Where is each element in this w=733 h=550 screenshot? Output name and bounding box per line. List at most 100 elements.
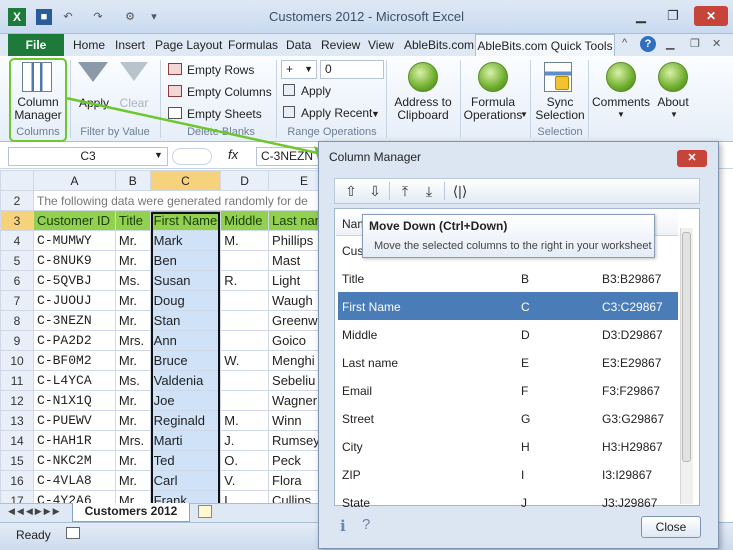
address-to-clipboard-icon[interactable] [408, 62, 438, 92]
row-header[interactable]: 16 [0, 470, 35, 491]
middle-cell[interactable]: M. [220, 230, 270, 251]
name-box[interactable]: C3 [8, 147, 168, 166]
qat-dropdown-icon[interactable]: ▾ [146, 9, 162, 25]
customize-icon[interactable]: ⚙ [122, 9, 138, 25]
minimize-button[interactable]: ▁ [628, 6, 654, 26]
move-down-icon[interactable]: ⇩ [366, 182, 384, 200]
first-name-cell[interactable]: Bruce [149, 350, 222, 371]
title-cell[interactable]: Mr. [114, 450, 151, 471]
worksheet-grid[interactable]: A B C D E 2 The following data were gene… [0, 170, 340, 510]
first-name-cell[interactable]: Ted [149, 450, 222, 471]
first-name-cell[interactable]: Carl [149, 470, 222, 491]
doc-restore-icon[interactable]: ❐ [690, 37, 700, 50]
middle-cell[interactable] [220, 370, 270, 391]
column-list-item[interactable]: Middle D D3:D29867 [338, 320, 678, 348]
row-header[interactable]: 14 [0, 430, 35, 451]
row-header[interactable]: 5 [0, 250, 35, 271]
customer-id-cell[interactable]: C-3NEZN [33, 310, 116, 331]
first-name-cell[interactable]: Marti [149, 430, 222, 451]
tab-view[interactable]: View [368, 38, 394, 52]
middle-cell[interactable]: O. [220, 450, 270, 471]
row-header[interactable]: 11 [0, 370, 35, 391]
comments-icon[interactable] [606, 62, 636, 92]
tab-page-layout[interactable]: Page Layout [155, 38, 222, 52]
middle-cell[interactable] [220, 290, 270, 311]
column-list-item[interactable]: State J J3:J29867 [338, 488, 678, 516]
title-cell[interactable]: Mrs. [114, 430, 151, 451]
middle-cell[interactable] [220, 390, 270, 411]
comments-button[interactable]: Comments [592, 96, 650, 109]
move-up-icon[interactable]: ⇧ [342, 182, 360, 200]
title-cell[interactable]: Mr. [114, 230, 151, 251]
close-button[interactable]: Close [641, 516, 701, 538]
title-cell[interactable]: Mr. [114, 250, 151, 271]
first-name-cell[interactable]: Mark [149, 230, 222, 251]
column-list-item[interactable]: ZIP I I3:I29867 [338, 460, 678, 488]
adjust-width-icon[interactable]: ⟨|⟩ [451, 182, 469, 200]
column-list-item[interactable]: Last name E E3:E29867 [338, 348, 678, 376]
row-header[interactable]: 9 [0, 330, 35, 351]
redo-icon[interactable]: ↷ [90, 9, 106, 25]
title-cell[interactable]: Ms. [114, 270, 151, 291]
row-header[interactable]: 3 [0, 210, 35, 231]
row-header[interactable]: 10 [0, 350, 35, 371]
tab-file[interactable]: File [8, 34, 64, 56]
title-cell[interactable]: Ms. [114, 370, 151, 391]
header-cell[interactable]: Title [114, 210, 151, 231]
tab-data[interactable]: Data [286, 38, 311, 52]
customer-id-cell[interactable]: C-4VLA8 [33, 470, 116, 491]
tab-ablebits-quick-tools[interactable]: AbleBits.com Quick Tools [475, 34, 615, 57]
macro-record-icon[interactable] [66, 527, 80, 539]
help-icon[interactable]: ? [640, 36, 656, 52]
customer-id-cell[interactable]: C-HAH1R [33, 430, 116, 451]
first-name-cell[interactable]: Susan [149, 270, 222, 291]
column-list-item[interactable]: Email F F3:F29867 [338, 376, 678, 404]
col-header-b[interactable]: B [114, 170, 151, 191]
middle-cell[interactable] [220, 310, 270, 331]
tab-review[interactable]: Review [321, 38, 360, 52]
tab-ablebits[interactable]: AbleBits.com [404, 38, 474, 52]
row-header[interactable]: 12 [0, 390, 35, 411]
apply-recent-button[interactable]: Apply Recent [301, 106, 372, 120]
middle-cell[interactable]: W. [220, 350, 270, 371]
customer-id-cell[interactable]: C-5QVBJ [33, 270, 116, 291]
title-cell[interactable]: Mr. [114, 470, 151, 491]
middle-cell[interactable] [220, 330, 270, 351]
customer-id-cell[interactable]: C-PUEWV [33, 410, 116, 431]
row-header[interactable]: 7 [0, 290, 35, 311]
header-cell[interactable]: Middle [220, 210, 270, 231]
row-header[interactable]: 15 [0, 450, 35, 471]
middle-cell[interactable]: R. [220, 270, 270, 291]
col-header-a[interactable]: A [33, 170, 116, 191]
restore-button[interactable]: ❐ [660, 6, 686, 26]
col-header-c[interactable]: C [149, 170, 222, 191]
filter-apply-icon[interactable] [78, 62, 108, 82]
first-name-cell[interactable]: Stan [149, 310, 222, 331]
empty-columns-button[interactable]: Empty Columns [187, 85, 272, 99]
header-cell[interactable]: Customer ID [33, 210, 116, 231]
column-manager-close-icon[interactable]: ✕ [677, 150, 707, 167]
customer-id-cell[interactable]: C-N1X1Q [33, 390, 116, 411]
insert-function-icon[interactable]: fx [228, 147, 238, 162]
scrollbar-thumb[interactable] [682, 232, 691, 462]
chevron-down-icon[interactable]: ▼ [670, 110, 678, 119]
header-cell-selected[interactable]: First Name [149, 210, 222, 231]
customer-id-cell[interactable]: C-NKC2M [33, 450, 116, 471]
filter-clear-button[interactable]: Clear [118, 97, 150, 110]
middle-cell[interactable]: M. [220, 410, 270, 431]
chevron-down-icon[interactable]: ▼ [617, 110, 625, 119]
customer-id-cell[interactable]: C-8NUK9 [33, 250, 116, 271]
column-list-item[interactable]: City H H3:H29867 [338, 432, 678, 460]
col-header-d[interactable]: D [220, 170, 270, 191]
sheet-nav-arrows-icon[interactable]: ◀◀◀▶▶▶ [8, 506, 62, 517]
first-name-cell[interactable]: Reginald [149, 410, 222, 431]
middle-cell[interactable]: J. [220, 430, 270, 451]
formula-operations-button[interactable]: Formula Operations [460, 96, 526, 122]
about-button[interactable]: About [650, 96, 696, 109]
doc-minimize-icon[interactable]: ▁ [666, 37, 674, 50]
move-to-bottom-icon[interactable]: ⤓ [420, 182, 438, 200]
doc-close-icon[interactable]: ✕ [712, 37, 721, 50]
address-to-clipboard-button[interactable]: Address to Clipboard [390, 96, 456, 122]
column-list-item[interactable]: Street G G3:G29867 [338, 404, 678, 432]
close-window-button[interactable]: ✕ [694, 6, 728, 26]
